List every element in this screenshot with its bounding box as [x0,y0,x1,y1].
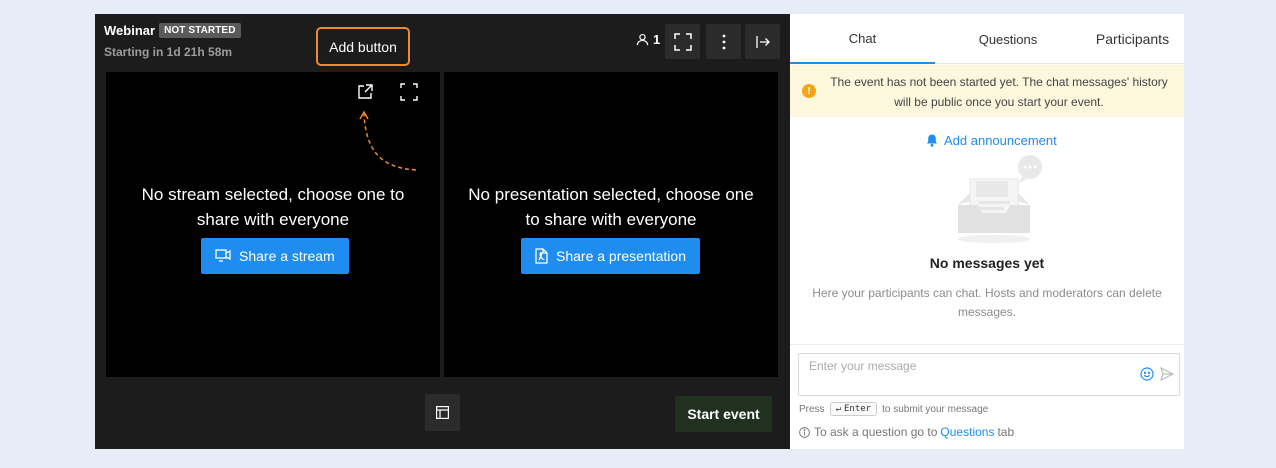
question-hint-prefix: To ask a question go to [814,425,938,439]
exit-button[interactable] [745,24,780,59]
pdf-file-icon [535,248,548,264]
enter-key-badge: ↵ Enter [829,402,878,416]
add-announcement-link[interactable]: Add announcement [926,133,1057,148]
participant-count-value: 1 [653,32,661,47]
question-hint-suffix: tab [997,425,1015,439]
add-announcement-label: Add announcement [944,133,1057,148]
question-hint: To ask a question go to Questions tab [799,425,1014,439]
pointer-arrow-graphic [359,110,417,171]
user-icon [636,33,649,46]
stream-empty-message: No stream selected, choose one to share … [141,185,405,229]
more-vertical-icon [722,34,725,49]
stage-header: Webinar NOT STARTED Starting in 1d 21h 5… [95,14,790,72]
share-stream-label: Share a stream [239,248,335,264]
bell-icon [927,134,937,147]
share-presentation-button[interactable]: Share a presentation [521,238,700,274]
enter-key-label: Enter [843,404,872,414]
external-link-icon[interactable] [356,83,374,101]
countdown-text: Starting in 1d 21h 58m [104,45,233,59]
status-badge: NOT STARTED [159,23,241,38]
tab-participants[interactable]: Participants [1081,14,1184,64]
stream-panel: No stream selected, choose one to share … [106,72,440,377]
submit-hint: Press ↵ Enter to submit your message [799,402,988,416]
tab-questions[interactable]: Questions [935,14,1081,64]
input-divider [790,344,1184,345]
emoji-icon[interactable] [1140,367,1154,381]
sidebar-tabs: Chat Questions Participants [790,14,1184,64]
warning-icon: ! [802,84,816,98]
add-button[interactable]: Add button [316,27,410,66]
share-stream-button[interactable]: Share a stream [201,238,349,274]
share-presentation-label: Share a presentation [556,248,686,264]
tab-chat[interactable]: Chat [790,14,935,64]
start-event-button[interactable]: Start event [675,396,772,432]
participant-counter[interactable]: 1 [636,32,660,47]
send-icon[interactable] [1160,367,1174,381]
no-messages-title: No messages yet [929,255,1045,271]
no-messages-subtitle: Here your participants can chat. Hosts a… [812,286,1162,319]
presentation-panel: No presentation selected, choose one to … [444,72,778,377]
monitor-share-icon [215,249,231,262]
message-input[interactable] [798,353,1180,396]
info-icon [799,426,810,438]
enter-key-icon: ↵ [835,404,841,414]
notice-text: The event has not been started yet. The … [830,75,1168,109]
hint-suffix: to submit your message [882,403,989,415]
layout-icon [436,406,449,419]
questions-tab-link[interactable]: Questions [940,425,994,439]
event-title: Webinar [104,23,156,38]
fullscreen-icon [673,32,692,51]
title-row: Webinar NOT STARTED [104,23,241,38]
event-stage: Webinar NOT STARTED Starting in 1d 21h 5… [95,14,790,449]
empty-inbox-illustration [958,155,1042,243]
exit-icon [755,35,770,48]
fullscreen-button[interactable] [665,24,700,59]
event-not-started-notice: ! The event has not been started yet. Th… [790,65,1184,117]
chat-sidebar: Chat Questions Participants ! The event … [790,14,1184,449]
more-options-button[interactable] [706,24,741,59]
layout-toggle-button[interactable] [425,394,460,431]
hint-press: Press [799,403,825,415]
expand-icon[interactable] [400,83,418,101]
presentation-empty-message: No presentation selected, choose one to … [468,185,754,229]
